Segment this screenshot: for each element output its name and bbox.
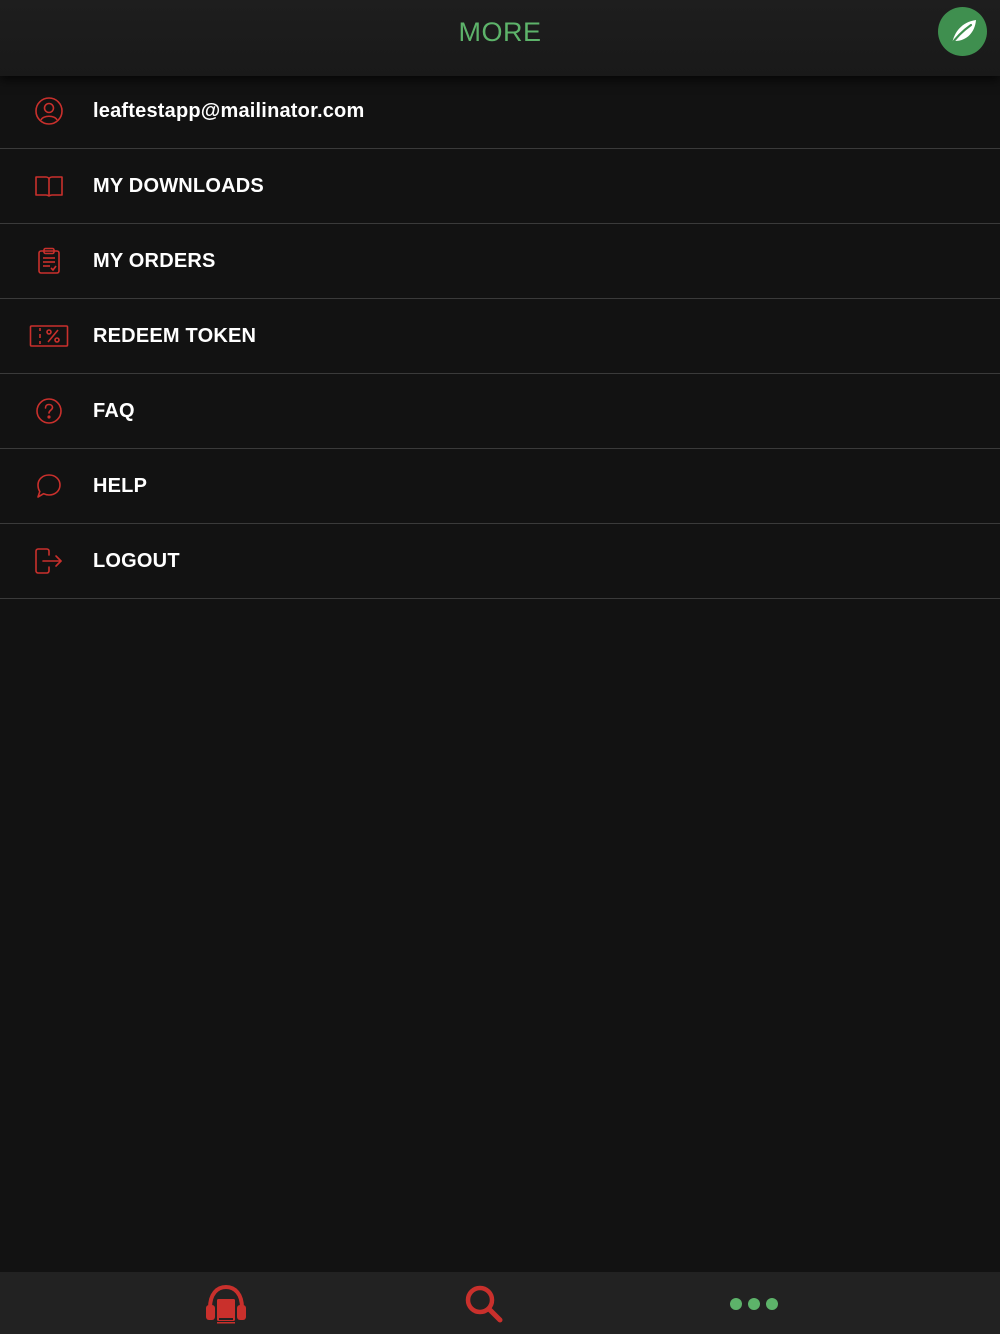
question-icon bbox=[28, 391, 70, 431]
menu-item-logout[interactable]: LOGOUT bbox=[0, 524, 1000, 599]
leaf-icon bbox=[949, 19, 976, 46]
tab-search[interactable] bbox=[454, 1280, 514, 1328]
account-email: leaftestapp@mailinator.com bbox=[93, 100, 365, 122]
menu-label-faq: FAQ bbox=[93, 400, 135, 422]
menu-item-help[interactable]: HELP bbox=[0, 449, 1000, 524]
logout-icon bbox=[28, 541, 70, 581]
book-icon bbox=[28, 166, 70, 206]
menu-item-my-downloads[interactable]: MY DOWNLOADS bbox=[0, 149, 1000, 224]
header-bar: MORE bbox=[0, 0, 1000, 76]
menu-item-redeem-token[interactable]: REDEEM TOKEN bbox=[0, 299, 1000, 374]
menu-label-my-orders: MY ORDERS bbox=[93, 250, 216, 272]
headphones-book-icon bbox=[206, 1284, 246, 1324]
menu-label-redeem-token: REDEEM TOKEN bbox=[93, 325, 257, 347]
tab-more[interactable] bbox=[724, 1280, 784, 1328]
menu-label-help: HELP bbox=[93, 475, 148, 497]
app-screen: MORE leaftestapp@mailinator.com MY DOWNL… bbox=[0, 0, 1000, 1334]
menu-item-my-orders[interactable]: MY ORDERS bbox=[0, 224, 1000, 299]
logo-button[interactable] bbox=[938, 7, 987, 56]
more-menu: leaftestapp@mailinator.com MY DOWNLOADS bbox=[0, 74, 1000, 599]
menu-label-logout: LOGOUT bbox=[93, 550, 180, 572]
search-icon bbox=[465, 1285, 503, 1323]
menu-item-faq[interactable]: FAQ bbox=[0, 374, 1000, 449]
more-dots-icon bbox=[730, 1298, 778, 1310]
coupon-icon bbox=[28, 316, 70, 356]
chat-bubble-icon bbox=[28, 466, 70, 506]
menu-item-account[interactable]: leaftestapp@mailinator.com bbox=[0, 74, 1000, 149]
clipboard-icon bbox=[28, 241, 70, 281]
bottom-tab-bar bbox=[0, 1272, 1000, 1334]
menu-label-my-downloads: MY DOWNLOADS bbox=[93, 175, 264, 197]
user-icon bbox=[28, 91, 70, 131]
page-title: MORE bbox=[458, 17, 542, 47]
tab-library[interactable] bbox=[196, 1280, 256, 1328]
